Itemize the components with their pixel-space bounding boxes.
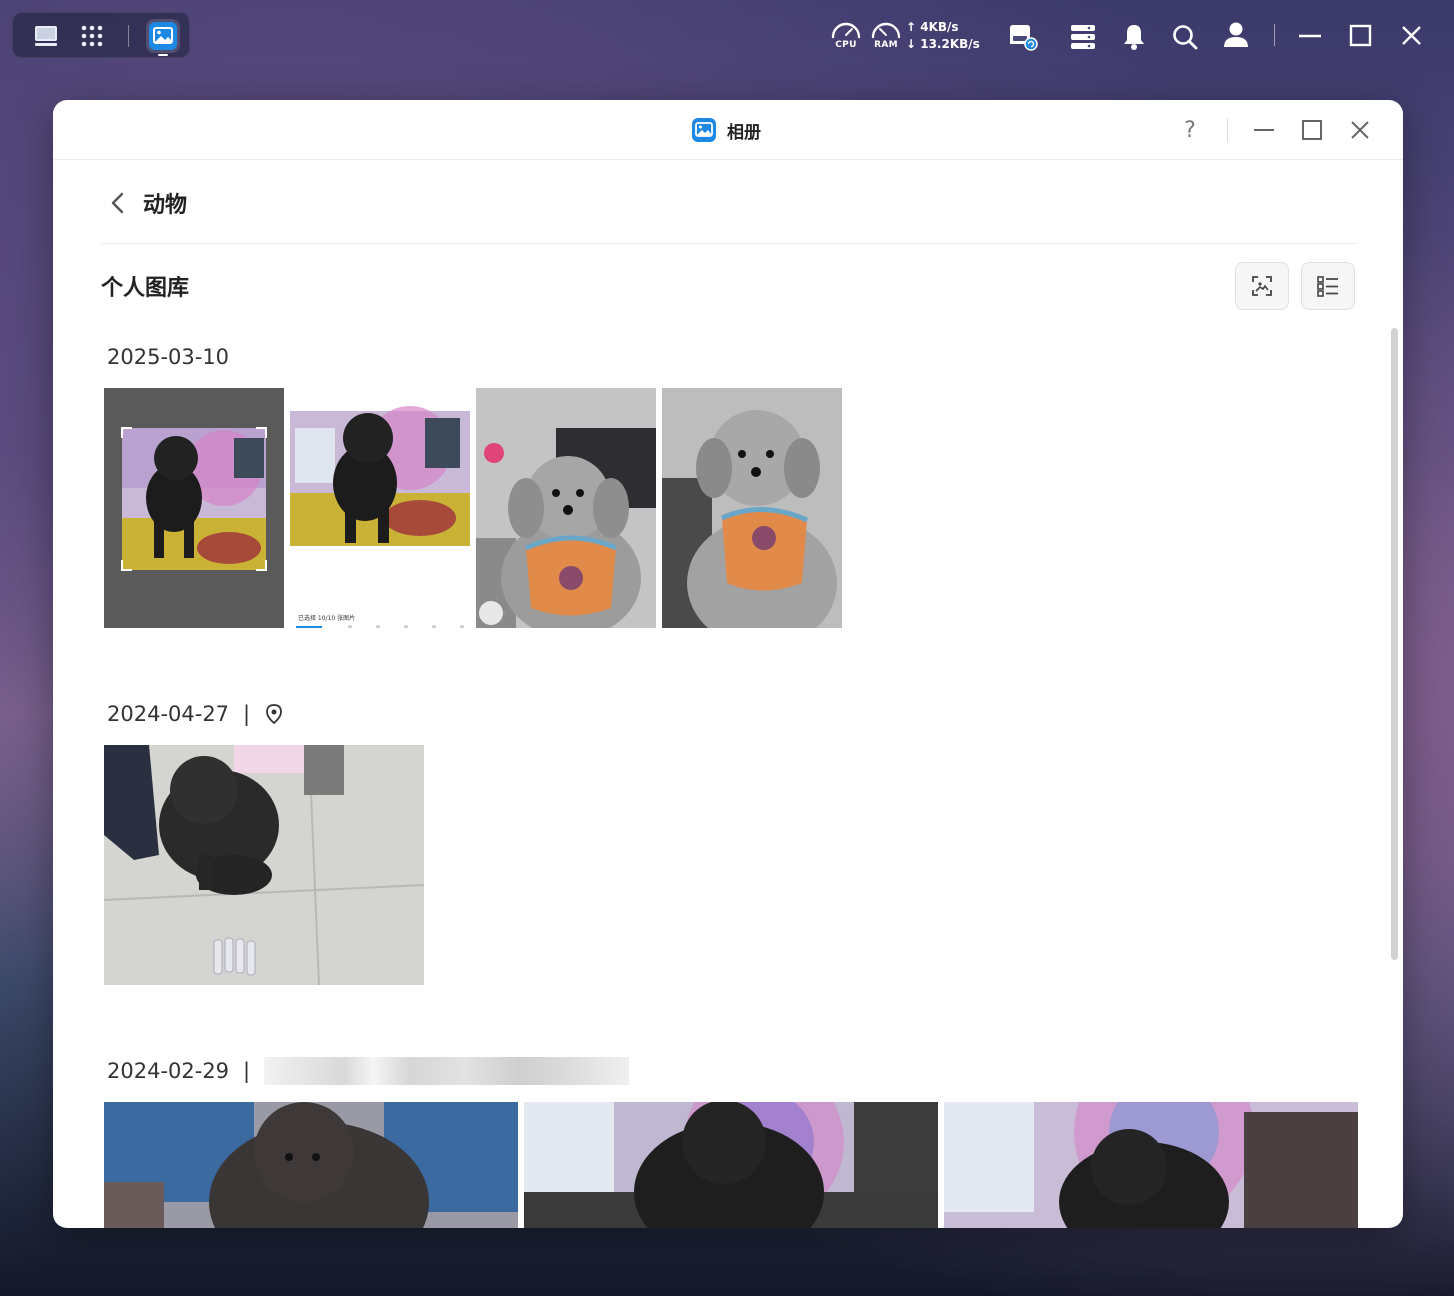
- window-titlebar[interactable]: 相册 ?: [53, 100, 1403, 160]
- notification-bell-icon[interactable]: [1120, 22, 1148, 58]
- ram-label: RAM: [874, 40, 898, 50]
- face-recognition-button[interactable]: [1235, 262, 1289, 310]
- photos-window: 相册 ? 动物 个人图库 2025-03-10 已选择 10/10 张图片 20…: [53, 100, 1403, 1228]
- view-mode-button[interactable]: [1301, 262, 1355, 310]
- cpu-label: CPU: [835, 40, 857, 50]
- minimize-icon: [1254, 129, 1274, 131]
- network-speed[interactable]: ↑ 4KB/s ↓ 13.2KB/s: [906, 19, 980, 53]
- date-group-header: 2024-04-27 |: [107, 699, 284, 729]
- storage-sync-icon[interactable]: [1006, 22, 1040, 58]
- ram-gauge[interactable]: RAM: [866, 18, 906, 54]
- image-scan-icon: [1252, 276, 1272, 296]
- photo-thumbnail[interactable]: [104, 745, 424, 985]
- launcher-panel: [12, 12, 190, 58]
- content-scrollbar[interactable]: [1391, 328, 1398, 960]
- date-separator: |: [243, 702, 251, 726]
- desktop-icon[interactable]: [31, 21, 61, 51]
- chevron-left-icon: [111, 192, 124, 214]
- gauge-icon: [871, 22, 901, 39]
- photo-thumbnail[interactable]: [662, 388, 842, 628]
- taskbar-divider: [1274, 24, 1275, 46]
- cpu-gauge[interactable]: CPU: [826, 18, 866, 54]
- download-speed: ↓ 13.2KB/s: [906, 37, 980, 51]
- window-close-button[interactable]: [1347, 117, 1373, 143]
- maximize-icon: [1302, 120, 1322, 140]
- active-indicator: [158, 54, 168, 56]
- group-date: 2025-03-10: [107, 345, 230, 369]
- gauge-icon: [831, 22, 861, 39]
- app-grid-icon[interactable]: [77, 21, 107, 51]
- search-icon[interactable]: [1170, 22, 1200, 58]
- album-header: 动物: [101, 160, 1356, 244]
- list-view-icon: [1317, 276, 1338, 297]
- window-minimize-button[interactable]: [1251, 117, 1277, 143]
- window-maximize-button[interactable]: [1299, 117, 1325, 143]
- back-button[interactable]: [101, 186, 135, 220]
- date-group-header: 2024-02-29 |: [107, 1056, 630, 1086]
- date-group-header: 2025-03-10: [107, 342, 229, 372]
- photo-thumbnail[interactable]: [524, 1102, 938, 1228]
- close-icon[interactable]: [1398, 22, 1426, 58]
- photo-thumbnail[interactable]: [944, 1102, 1358, 1228]
- close-icon: [1351, 121, 1369, 139]
- blurred-location: [264, 1057, 630, 1085]
- upload-speed: ↑ 4KB/s: [906, 20, 959, 34]
- library-title: 个人图库: [101, 276, 190, 301]
- date-separator: |: [243, 1059, 251, 1083]
- server-list-icon[interactable]: [1068, 22, 1098, 58]
- titlebar-divider: [1227, 118, 1228, 142]
- screenshot-caption: 已选择 10/10 张图片: [298, 615, 356, 622]
- photos-app-icon: [692, 118, 716, 142]
- photo-thumbnail[interactable]: 已选择 10/10 张图片: [290, 388, 470, 628]
- taskbar-photos-app[interactable]: [146, 19, 180, 56]
- user-account-icon[interactable]: [1221, 20, 1251, 56]
- taskbar: CPU RAM ↑ 4KB/s ↓ 13.2KB/s: [0, 0, 1454, 72]
- maximize-icon[interactable]: [1347, 22, 1375, 58]
- album-title: 动物: [143, 193, 188, 218]
- photo-thumbnail[interactable]: [104, 1102, 518, 1228]
- photos-app-icon: [149, 22, 177, 50]
- launcher-divider: [128, 25, 129, 47]
- window-title: 相册: [691, 117, 761, 143]
- minimize-icon[interactable]: [1296, 22, 1324, 58]
- photo-thumbnail[interactable]: [476, 388, 656, 628]
- location-pin-icon[interactable]: [264, 703, 284, 725]
- group-date: 2024-02-29: [107, 1059, 230, 1083]
- help-button[interactable]: ?: [1177, 117, 1203, 143]
- window-title-text: 相册: [727, 122, 761, 143]
- photo-thumbnail[interactable]: [104, 388, 284, 628]
- group-date: 2024-04-27: [107, 702, 230, 726]
